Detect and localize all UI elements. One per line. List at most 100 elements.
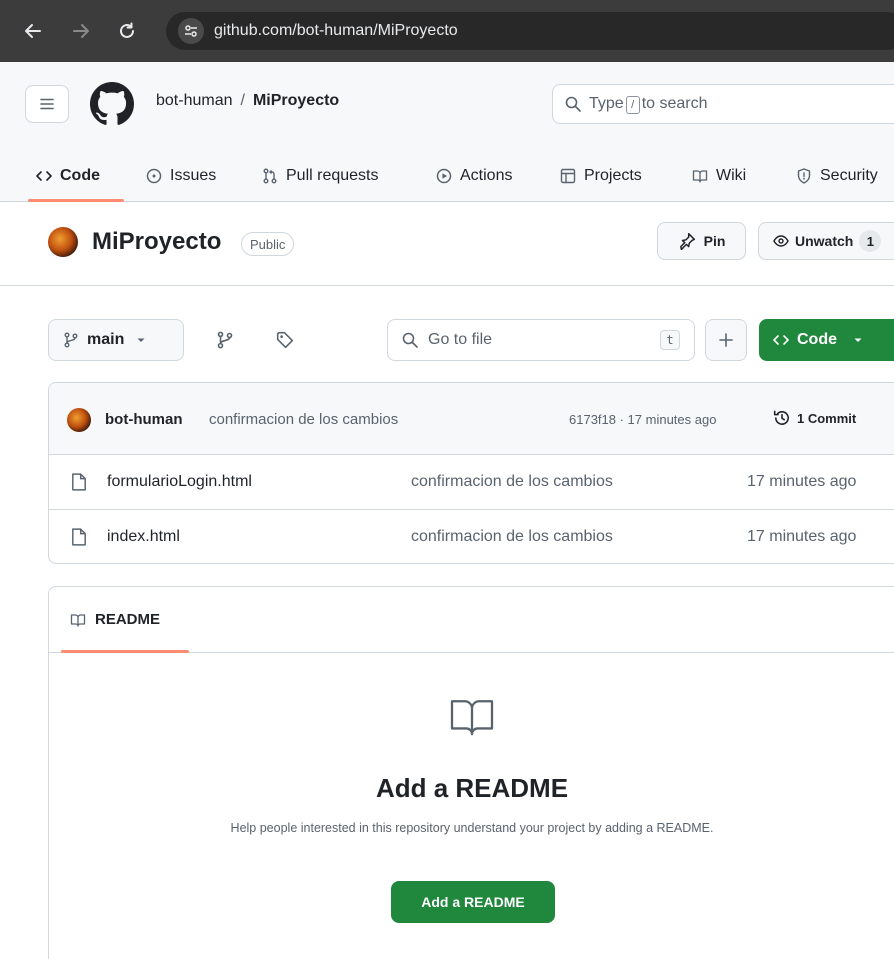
file-table: bot-human confirmacion de los cambios 61… xyxy=(48,382,894,564)
add-file-button[interactable] xyxy=(705,319,747,361)
address-bar[interactable]: github.com/bot-human/MiProyecto xyxy=(166,12,894,50)
search-input[interactable]: Type / to search xyxy=(552,84,894,124)
branches-button[interactable] xyxy=(206,321,244,359)
github-header: bot-human / MiProyecto Type / to search Co… xyxy=(0,62,894,202)
tab-projects[interactable]: Projects xyxy=(560,150,642,202)
unwatch-label: Unwatch xyxy=(795,233,854,249)
code-button[interactable]: Code xyxy=(759,319,894,361)
readme-heading: Add a README xyxy=(375,773,569,803)
back-button[interactable] xyxy=(16,14,50,48)
avatar[interactable] xyxy=(48,227,78,257)
visibility-badge: Public xyxy=(241,232,295,256)
play-icon xyxy=(436,168,452,184)
commit-author[interactable]: bot-human xyxy=(105,411,182,428)
readme-tabbar: README xyxy=(49,587,894,653)
search-suffix: to search xyxy=(641,94,708,112)
file-time: 17 minutes ago xyxy=(747,528,857,545)
repo-link[interactable]: MiProyecto xyxy=(253,92,339,110)
commit-message[interactable]: confirmacion de los cambios xyxy=(209,411,398,428)
book-icon xyxy=(70,613,86,627)
reload-icon xyxy=(120,22,134,38)
git-branch-icon xyxy=(217,331,233,349)
site-info-button[interactable] xyxy=(178,18,204,44)
pin-icon xyxy=(679,232,695,250)
tab-pull-requests[interactable]: Pull requests xyxy=(262,150,379,202)
tab-actions[interactable]: Actions xyxy=(436,150,512,202)
book-icon xyxy=(692,170,708,183)
go-to-file-input[interactable]: Go to file t xyxy=(387,319,695,361)
file-icon xyxy=(72,528,86,546)
file-time: 17 minutes ago xyxy=(747,473,857,490)
file-name[interactable]: formularioLogin.html xyxy=(107,473,252,491)
issue-icon xyxy=(146,168,162,184)
breadcrumb-separator: / xyxy=(240,92,245,109)
tab-label: Pull requests xyxy=(286,167,379,184)
url-text: github.com/bot-human/MiProyecto xyxy=(214,22,458,39)
repo-title[interactable]: MiProyecto xyxy=(92,228,221,256)
arrow-left-icon xyxy=(25,24,41,38)
watch-count: 1 xyxy=(859,230,882,252)
pin-label: Pin xyxy=(703,233,726,249)
tab-label: Wiki xyxy=(716,167,747,184)
tab-issues[interactable]: Issues xyxy=(146,150,216,202)
branch-name: main xyxy=(87,331,125,348)
file-commit-message[interactable]: confirmacion de los cambios xyxy=(411,473,613,491)
tab-label: Projects xyxy=(584,167,642,184)
browser-toolbar: github.com/bot-human/MiProyecto xyxy=(0,0,894,62)
pin-button[interactable]: Pin xyxy=(657,222,746,260)
go-to-file-shortcut-key: t xyxy=(660,330,680,350)
git-branch-icon xyxy=(64,332,78,348)
table-row[interactable]: formularioLogin.html confirmacion de los… xyxy=(49,455,894,510)
hamburger-icon xyxy=(40,98,54,110)
owner-link[interactable]: bot-human xyxy=(156,92,233,110)
file-name[interactable]: index.html xyxy=(107,528,180,546)
tab-label: Actions xyxy=(460,167,513,184)
tab-wiki[interactable]: Wiki xyxy=(692,150,746,202)
search-shortcut-key: / xyxy=(625,95,640,114)
readme-panel: README Add a README Help people interest… xyxy=(48,586,894,959)
commit-count: 1 Commit xyxy=(797,410,857,426)
eye-icon xyxy=(773,235,789,247)
plus-icon xyxy=(719,333,733,347)
pull-request-icon xyxy=(263,168,277,184)
tab-readme[interactable]: README xyxy=(69,611,160,628)
add-readme-button[interactable]: Add a README xyxy=(391,881,555,923)
tab-security[interactable]: Security xyxy=(796,150,878,202)
reload-button[interactable] xyxy=(110,14,144,48)
github-logo-icon[interactable] xyxy=(90,82,134,126)
forward-button[interactable] xyxy=(64,14,98,48)
book-icon xyxy=(450,700,494,736)
search-placeholder: Type / to search xyxy=(589,95,708,114)
chevron-down-icon xyxy=(137,338,145,342)
avatar[interactable] xyxy=(67,408,91,432)
table-row[interactable]: index.html confirmacion de los cambios 1… xyxy=(49,510,894,563)
shield-icon xyxy=(797,168,811,184)
unwatch-button[interactable]: Unwatch 1 xyxy=(758,222,894,260)
search-icon xyxy=(402,332,418,348)
latest-commit-row: bot-human confirmacion de los cambios 61… xyxy=(49,383,894,455)
table-icon xyxy=(560,168,576,184)
history-icon xyxy=(773,410,789,425)
tab-label: Security xyxy=(820,167,878,184)
readme-tab-label: README xyxy=(95,611,161,628)
go-to-file-placeholder: Go to file xyxy=(428,331,493,348)
file-commit-message[interactable]: confirmacion de los cambios xyxy=(411,528,613,546)
breadcrumb: bot-human / MiProyecto xyxy=(156,92,339,110)
code-button-label: Code xyxy=(797,331,837,348)
active-tab-indicator xyxy=(61,650,189,653)
commit-history-link[interactable]: 1 Commit xyxy=(773,409,856,427)
arrow-right-icon xyxy=(73,24,89,38)
code-icon xyxy=(773,335,789,345)
search-icon xyxy=(565,96,581,112)
commit-meta[interactable]: 6173f18 · 17 minutes ago xyxy=(569,412,716,427)
tag-icon xyxy=(276,331,294,349)
branch-select[interactable]: main xyxy=(48,319,184,361)
tags-button[interactable] xyxy=(266,321,304,359)
file-icon xyxy=(72,473,86,491)
readme-help-text: Help people interested in this repositor… xyxy=(230,821,714,835)
tab-label: Issues xyxy=(170,167,217,184)
tab-label: Code xyxy=(60,167,100,184)
chevron-down-icon xyxy=(854,338,862,342)
tab-code[interactable]: Code xyxy=(36,150,100,202)
menu-button[interactable] xyxy=(25,85,69,123)
